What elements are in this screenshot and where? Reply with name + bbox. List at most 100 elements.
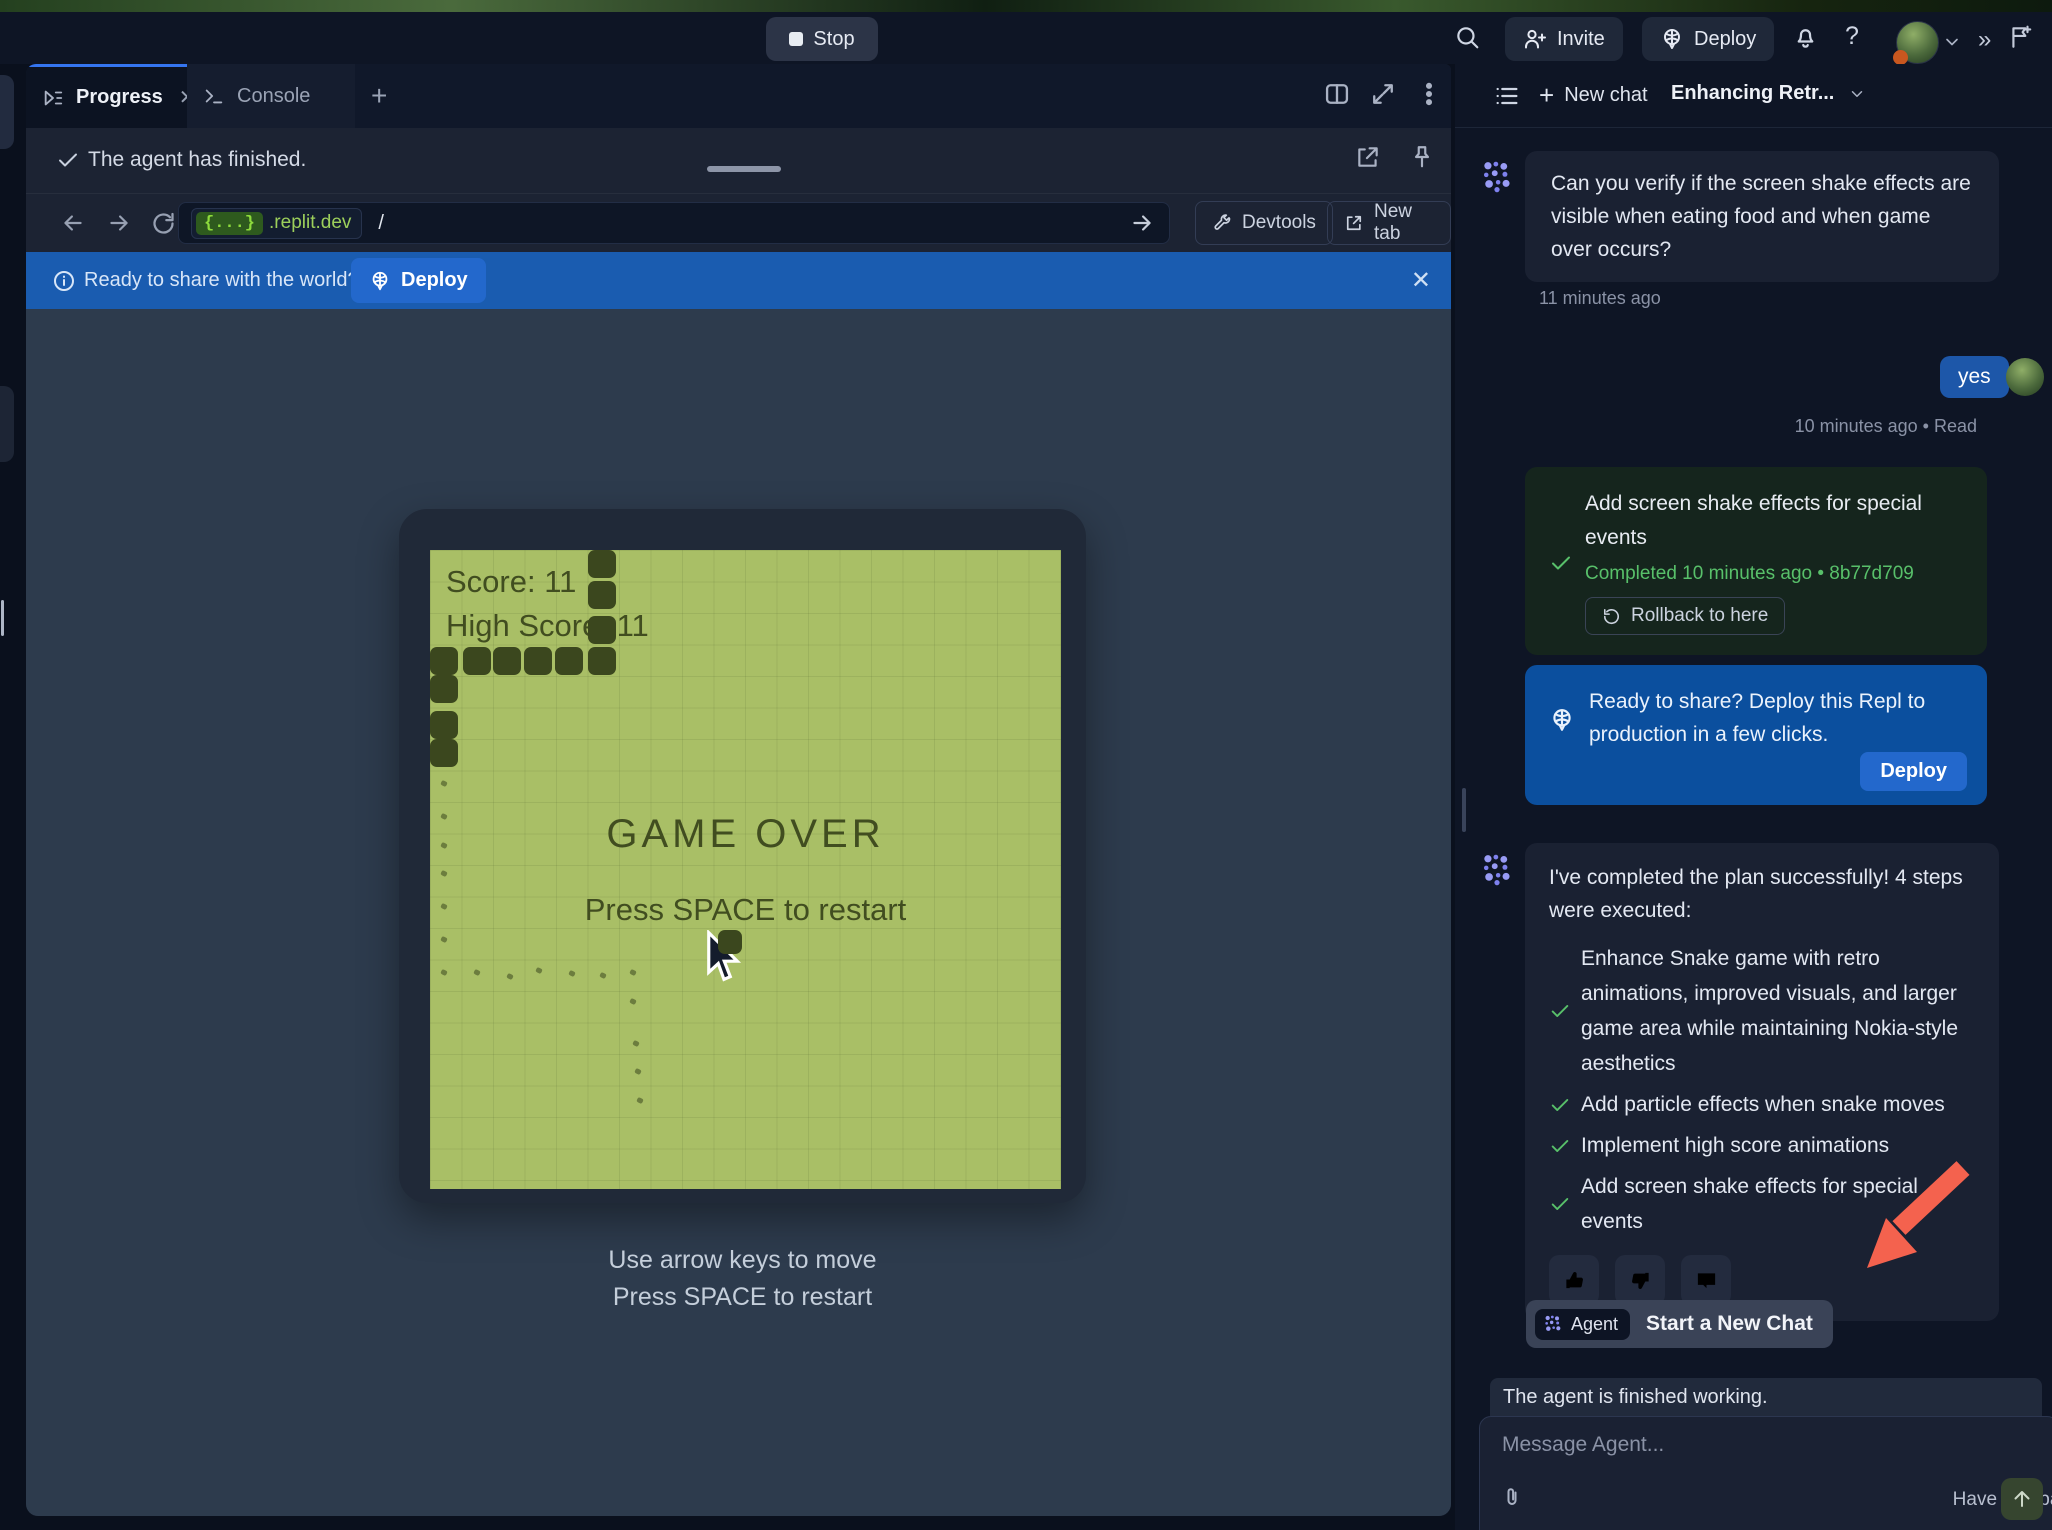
- deploy-globe-icon: [1549, 689, 1575, 751]
- webview-url-bar: {...} .replit.dev / Devtools New tab: [26, 194, 1451, 252]
- devtools-label: Devtools: [1242, 212, 1316, 234]
- rollback-button[interactable]: Rollback to here: [1585, 597, 1785, 635]
- go-arrow-icon[interactable]: [1129, 210, 1155, 236]
- new-chat-button[interactable]: + New chat: [1539, 80, 1648, 111]
- plan-item: Add particle effects when snake moves: [1549, 1087, 1975, 1122]
- url-ellipsis-badge: {...}: [196, 212, 263, 235]
- invite-label: Invite: [1557, 28, 1605, 51]
- comment-button[interactable]: [1681, 1255, 1731, 1305]
- stop-icon: [789, 32, 803, 46]
- wrench-icon: [1212, 213, 1232, 233]
- attachment-paperclip-icon[interactable]: [1500, 1485, 1524, 1509]
- feedback-row: [1549, 1255, 1975, 1305]
- thumbs-up-button[interactable]: [1549, 1255, 1599, 1305]
- plan-item: Enhance Snake game with retro animations…: [1549, 941, 1975, 1081]
- checkpoint-meta: Completed 10 minutes ago • 8b77d709: [1585, 563, 1963, 585]
- nokia-phone-frame: Score: 11 High Score: 11 GAME OVER Press…: [399, 509, 1086, 1203]
- tab-console[interactable]: Console: [187, 64, 355, 128]
- devtools-button[interactable]: Devtools: [1195, 201, 1333, 245]
- new-tab-button[interactable]: New tab: [1327, 201, 1451, 245]
- agent-logo-avatar: [1480, 159, 1514, 193]
- topbar: Stop Invite Deploy ? »: [0, 12, 2052, 64]
- new-chat-label: New chat: [1564, 84, 1647, 107]
- background-panel-sliver: [0, 75, 14, 149]
- close-banner-icon[interactable]: ✕: [1411, 266, 1431, 295]
- chat-history-icon[interactable]: [1493, 82, 1521, 110]
- thumbs-down-button[interactable]: [1615, 1255, 1665, 1305]
- url-input[interactable]: {...} .replit.dev /: [178, 202, 1170, 244]
- edge-drag-handle[interactable]: [1, 600, 4, 636]
- particle: [568, 970, 576, 977]
- panel-resize-handle[interactable]: [1462, 788, 1466, 832]
- plus-icon: +: [1539, 80, 1554, 111]
- agent-completion-message: I've completed the plan successfully! 4 …: [1525, 843, 1999, 1321]
- search-icon[interactable]: [1454, 24, 1480, 50]
- chevrons-right-icon[interactable]: »: [1978, 26, 1989, 54]
- banner-deploy-label: Deploy: [401, 269, 468, 292]
- chat-title-label: Enhancing Retr...: [1671, 82, 1834, 105]
- desktop-wallpaper-strip: [0, 0, 2052, 12]
- chat-title-dropdown[interactable]: Enhancing Retr...: [1671, 82, 1866, 105]
- plan-items: Enhance Snake game with retro animations…: [1549, 941, 1975, 1239]
- pin-icon[interactable]: [1409, 144, 1435, 170]
- invite-button[interactable]: Invite: [1505, 17, 1623, 61]
- panel-drag-handle[interactable]: [707, 166, 781, 172]
- food-pellet: [718, 930, 742, 954]
- url-host-chip: {...} .replit.dev: [191, 208, 362, 239]
- chevron-down-icon[interactable]: [1942, 32, 1962, 52]
- message-input[interactable]: [1502, 1433, 1922, 1457]
- tab-progress[interactable]: Progress ✕: [26, 64, 187, 128]
- deploy-banner: Ready to share with the world? Deploy ✕: [26, 252, 1451, 309]
- flag-plus-icon[interactable]: [2008, 24, 2034, 50]
- kebab-menu-icon[interactable]: [1415, 80, 1443, 108]
- snake-segment: [588, 581, 616, 609]
- new-tab-label: New tab: [1374, 201, 1434, 245]
- add-tab-icon[interactable]: +: [371, 80, 387, 112]
- split-pane-icon[interactable]: [1323, 80, 1351, 108]
- snake-segment: [430, 711, 458, 739]
- help-icon[interactable]: ?: [1845, 22, 1859, 51]
- chevron-down-icon: [1848, 85, 1866, 103]
- plan-item-text: Add screen shake effects for special eve…: [1581, 1169, 1963, 1239]
- stop-button[interactable]: Stop: [766, 17, 878, 61]
- banner-deploy-button[interactable]: Deploy: [351, 258, 486, 303]
- game-captions: Use arrow keys to move Press SPACE to re…: [399, 1242, 1086, 1316]
- plan-item-text: Implement high score animations: [1581, 1128, 1889, 1163]
- tab-progress-label: Progress: [76, 86, 163, 109]
- back-icon[interactable]: [60, 210, 86, 236]
- plan-item: Implement high score animations: [1549, 1128, 1975, 1163]
- reload-icon[interactable]: [150, 210, 177, 237]
- deploy-card-button[interactable]: Deploy: [1860, 752, 1967, 791]
- particle: [473, 969, 481, 976]
- snake-segment: [588, 616, 616, 644]
- deploy-promo-text: Ready to share? Deploy this Repl to prod…: [1589, 685, 1929, 751]
- deploy-button[interactable]: Deploy: [1642, 17, 1774, 61]
- progress-icon: [42, 87, 64, 109]
- send-button[interactable]: [2001, 1478, 2043, 1520]
- message-meta: 10 minutes ago • Read: [1655, 416, 1977, 437]
- banner-text: Ready to share with the world?: [84, 269, 359, 292]
- open-external-icon[interactable]: [1355, 144, 1381, 170]
- game-over-text: GAME OVER: [430, 812, 1061, 857]
- caption-line1: Use arrow keys to move: [399, 1242, 1086, 1279]
- invite-person-icon: [1523, 27, 1547, 51]
- start-new-chat-button[interactable]: Agent Start a New Chat: [1526, 1300, 1833, 1348]
- notifications-bell-icon[interactable]: [1792, 24, 1819, 51]
- background-panel-sliver: [0, 386, 14, 462]
- message-input-container: Have feedback?: [1479, 1416, 2052, 1530]
- particle: [632, 1040, 640, 1047]
- deploy-label: Deploy: [1694, 28, 1756, 51]
- check-icon: [1549, 1000, 1571, 1022]
- tab-console-label: Console: [237, 85, 310, 108]
- forward-icon[interactable]: [106, 210, 132, 236]
- rollback-label: Rollback to here: [1631, 605, 1768, 627]
- particle: [440, 780, 448, 787]
- webview-content: Score: 11 High Score: 11 GAME OVER Press…: [26, 309, 1451, 1516]
- particle: [440, 870, 448, 877]
- expand-icon[interactable]: [1369, 80, 1397, 108]
- checkpoint-card: Add screen shake effects for special eve…: [1525, 467, 1987, 655]
- deploy-globe-icon: [369, 270, 391, 292]
- game-screen[interactable]: Score: 11 High Score: 11 GAME OVER Press…: [430, 550, 1061, 1189]
- user-message-text: yes: [1958, 365, 1991, 388]
- user-message: yes: [1940, 356, 2009, 398]
